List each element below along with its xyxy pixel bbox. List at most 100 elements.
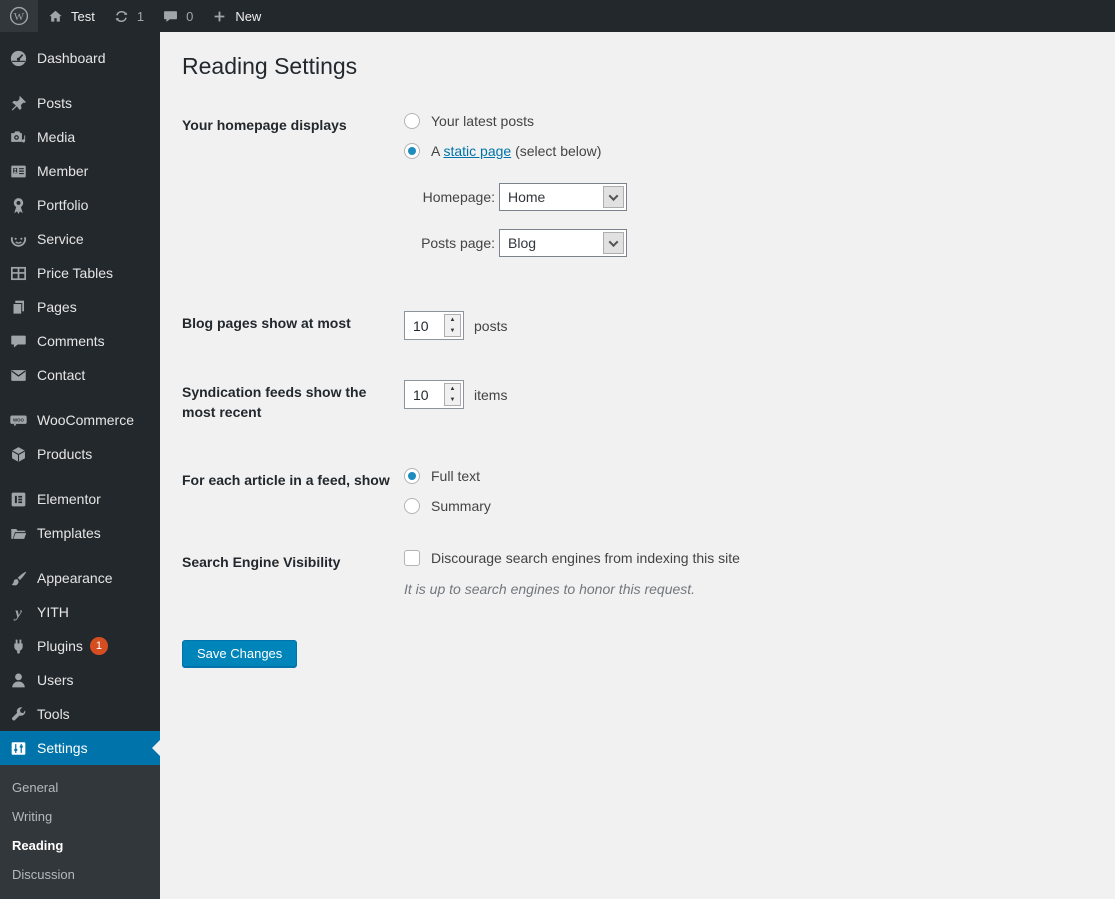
- reading-settings-form: Your homepage displays Your latest posts…: [182, 113, 1095, 597]
- sidebar-item-label: Dashboard: [37, 50, 106, 66]
- sidebar-item-elementor[interactable]: Elementor: [0, 482, 160, 516]
- dropdown-arrow-box[interactable]: [603, 232, 624, 254]
- sidebar-item-media[interactable]: Media: [0, 120, 160, 154]
- sidebar-item-products[interactable]: Products: [0, 437, 160, 471]
- sidebar-item-label: Service: [37, 231, 84, 247]
- number-spinner[interactable]: ▲ ▼: [444, 314, 461, 337]
- sidebar-item-member[interactable]: Member: [0, 154, 160, 188]
- items-unit-label: items: [474, 386, 508, 403]
- sidebar-menu: Dashboard Posts Media Member Portfolio Servic…: [0, 32, 160, 765]
- full-text-radio[interactable]: [404, 468, 420, 484]
- update-count-badge: 1: [89, 637, 108, 655]
- chevron-down-icon: [608, 236, 619, 247]
- home-icon: [47, 8, 64, 25]
- comments-link[interactable]: 0: [153, 0, 202, 32]
- latest-posts-option[interactable]: Your latest posts: [404, 113, 627, 129]
- brush-icon: [8, 568, 28, 588]
- sidebar-item-label: Comments: [37, 333, 105, 349]
- search-engines-note: It is up to search engines to honor this…: [404, 581, 696, 597]
- summary-radio[interactable]: [404, 498, 420, 514]
- submenu-item-writing[interactable]: Writing: [0, 802, 160, 831]
- submenu-item-reading[interactable]: Reading: [0, 831, 160, 860]
- sidebar-item-portfolio[interactable]: Portfolio: [0, 188, 160, 222]
- latest-posts-radio[interactable]: [404, 113, 420, 129]
- spinner-down-icon[interactable]: ▼: [445, 326, 460, 337]
- posts-per-page-input[interactable]: 10 ▲ ▼: [404, 311, 464, 340]
- sidebar-item-yith[interactable]: y YITH: [0, 595, 160, 629]
- admin-bar: W Test 1 0 New: [0, 0, 1115, 32]
- sidebar-item-pages[interactable]: Pages: [0, 290, 160, 324]
- sidebar-item-plugins[interactable]: Plugins 1: [0, 629, 160, 663]
- new-content-menu[interactable]: New: [202, 0, 270, 32]
- comment-icon: [8, 331, 28, 351]
- spinner-up-icon[interactable]: ▲: [445, 315, 460, 326]
- sidebar-item-templates[interactable]: Templates: [0, 516, 160, 550]
- discourage-indexing-option[interactable]: Discourage search engines from indexing …: [404, 550, 740, 566]
- sidebar-item-tools[interactable]: Tools: [0, 697, 160, 731]
- sidebar-item-label: Users: [37, 672, 74, 688]
- spinner-down-icon[interactable]: ▼: [445, 395, 460, 406]
- updates-link[interactable]: 1: [104, 0, 153, 32]
- summary-option-label: Summary: [431, 498, 491, 514]
- site-link[interactable]: Test: [38, 0, 104, 32]
- comments-count: 0: [186, 8, 194, 24]
- sidebar-item-appearance[interactable]: Appearance: [0, 561, 160, 595]
- sidebar-item-dashboard[interactable]: Dashboard: [0, 41, 160, 75]
- sidebar-item-service[interactable]: Service: [0, 222, 160, 256]
- homepage-displays-row: Your homepage displays Your latest posts…: [182, 113, 1095, 257]
- static-page-radio[interactable]: [404, 143, 420, 159]
- award-icon: [8, 195, 28, 215]
- static-page-link[interactable]: static page: [443, 143, 511, 159]
- sidebar-item-label: Templates: [37, 525, 101, 541]
- sidebar-item-label: Contact: [37, 367, 86, 383]
- wordpress-menu-button[interactable]: W: [0, 0, 38, 32]
- full-text-option[interactable]: Full text: [404, 468, 491, 484]
- save-changes-button[interactable]: Save Changes: [182, 640, 298, 668]
- wrench-icon: [8, 704, 28, 724]
- submenu-item-general[interactable]: General: [0, 773, 160, 802]
- discourage-indexing-checkbox[interactable]: [404, 550, 420, 566]
- main-content: Reading Settings Your homepage displays …: [160, 0, 1115, 668]
- sidebar-item-comments[interactable]: Comments: [0, 324, 160, 358]
- static-page-option-label: A static page (select below): [431, 143, 602, 159]
- envelope-icon: [8, 365, 28, 385]
- search-visibility-row: Search Engine Visibility Discourage sear…: [182, 550, 1095, 597]
- site-name: Test: [71, 8, 95, 24]
- discourage-indexing-label: Discourage search engines from indexing …: [431, 550, 740, 566]
- spinner-up-icon[interactable]: ▲: [445, 384, 460, 395]
- sidebar-item-woocommerce[interactable]: WOO WooCommerce: [0, 403, 160, 437]
- settings-submenu: General Writing Reading Discussion: [0, 765, 160, 899]
- updates-count: 1: [136, 8, 145, 24]
- svg-text:W: W: [14, 11, 25, 23]
- sidebar-item-label: Posts: [37, 95, 73, 111]
- plus-icon: [211, 8, 228, 25]
- number-spinner[interactable]: ▲ ▼: [444, 383, 461, 406]
- posts-page-select[interactable]: Blog: [499, 229, 627, 257]
- posts-page-select-label: Posts page:: [421, 235, 495, 251]
- sidebar-item-label: Media: [37, 129, 76, 145]
- posts-per-page-value: 10: [413, 317, 429, 334]
- sidebar-item-label: Price Tables: [37, 265, 114, 281]
- static-page-option[interactable]: A static page (select below): [404, 143, 627, 159]
- sliders-icon: [8, 738, 28, 758]
- pages-icon: [8, 297, 28, 317]
- sidebar-item-label: Settings: [37, 740, 88, 756]
- sidebar-item-price-tables[interactable]: Price Tables: [0, 256, 160, 290]
- homepage-select-label: Homepage:: [422, 189, 495, 205]
- admin-sidebar: Dashboard Posts Media Member Portfolio Servic…: [0, 32, 160, 899]
- homepage-select[interactable]: Home: [499, 183, 627, 211]
- comment-icon: [162, 8, 179, 25]
- sidebar-item-contact[interactable]: Contact: [0, 358, 160, 392]
- syndication-label: Syndication feeds show the most recent: [182, 384, 367, 420]
- sidebar-item-users[interactable]: Users: [0, 663, 160, 697]
- submenu-item-discussion[interactable]: Discussion: [0, 860, 160, 889]
- svg-text:y: y: [13, 604, 22, 621]
- sidebar-item-settings[interactable]: Settings: [0, 731, 160, 765]
- feed-items-value: 10: [413, 386, 429, 403]
- feed-article-label: For each article in a feed, show: [182, 472, 390, 488]
- wordpress-logo-icon: W: [9, 6, 29, 26]
- feed-items-input[interactable]: 10 ▲ ▼: [404, 380, 464, 409]
- sidebar-item-posts[interactable]: Posts: [0, 86, 160, 120]
- dropdown-arrow-box[interactable]: [603, 186, 624, 208]
- summary-option[interactable]: Summary: [404, 498, 491, 514]
